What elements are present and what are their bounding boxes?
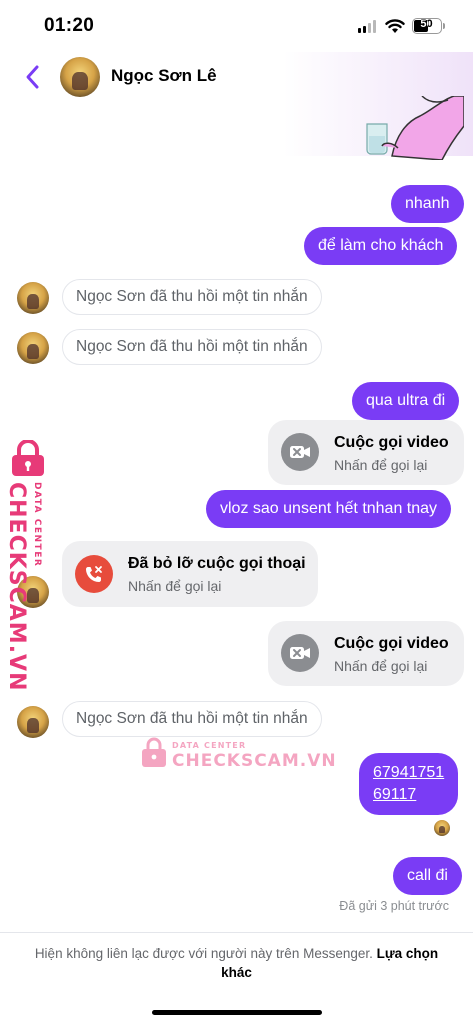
watermark-brand: CHECKSCAM.VN <box>172 751 337 771</box>
wifi-icon <box>385 19 405 33</box>
video-camera-off-icon <box>281 634 319 672</box>
divider <box>0 932 473 933</box>
battery-level: 50 <box>420 18 433 30</box>
phone-number-link[interactable]: 69117 <box>373 784 444 806</box>
outgoing-message[interactable]: 67941751 69117 <box>359 753 459 815</box>
home-indicator[interactable] <box>152 1010 322 1015</box>
read-receipt-avatar <box>434 820 450 836</box>
watermark-subtitle: DATA CENTER <box>32 482 42 568</box>
call-subtitle: Nhấn để gọi lại <box>128 578 222 594</box>
outgoing-message[interactable]: để làm cho khách <box>304 227 458 265</box>
back-arrow-icon[interactable] <box>22 64 44 90</box>
call-title: Cuộc gọi video <box>334 635 449 652</box>
contact-name[interactable]: Ngọc Sơn Lê <box>111 66 217 86</box>
cat-sticker[interactable] <box>362 96 464 160</box>
unsent-message-notice: Ngọc Sơn đã thu hồi một tin nhắn <box>62 279 322 315</box>
video-call-card[interactable]: Cuộc gọi video Nhấn để gọi lại <box>268 420 464 485</box>
outgoing-message[interactable]: vloz sao unsent hết tnhan tnay <box>206 490 452 528</box>
cellular-signal-icon <box>358 20 376 33</box>
missed-call-card[interactable]: Đã bỏ lỡ cuộc gọi thoại Nhấn để gọi lại <box>62 541 318 607</box>
watermark-brand: CHECKSCAM.VN <box>4 482 29 692</box>
notice-text: Hiện không liên lạc được với người này t… <box>34 946 373 961</box>
outgoing-message[interactable]: qua ultra đi <box>352 382 460 420</box>
status-bar: 01:20 50 <box>0 0 473 52</box>
lock-icon <box>12 440 44 476</box>
watermark-center: DATA CENTER CHECKSCAM.VN <box>140 734 336 774</box>
call-subtitle: Nhấn để gọi lại <box>334 457 428 473</box>
contact-avatar[interactable] <box>60 57 100 97</box>
status-time: 01:20 <box>44 15 95 36</box>
unavailable-notice: Hiện không liên lạc được với người này t… <box>20 944 453 982</box>
video-call-card[interactable]: Cuộc gọi video Nhấn để gọi lại <box>268 621 464 686</box>
watermark-subtitle: DATA CENTER <box>172 741 247 750</box>
sender-avatar[interactable] <box>17 282 49 314</box>
call-title: Cuộc gọi video <box>334 434 449 451</box>
sender-avatar[interactable] <box>17 332 49 364</box>
outgoing-message[interactable]: nhanh <box>391 185 464 223</box>
watermark-vertical: CHECKSCAM.VN DATA CENTER <box>4 440 50 691</box>
sender-avatar[interactable] <box>17 706 49 738</box>
lock-icon <box>142 737 166 767</box>
call-title: Đã bỏ lỡ cuộc gọi thoại <box>128 555 306 572</box>
unsent-message-notice: Ngọc Sơn đã thu hồi một tin nhắn <box>62 329 322 365</box>
sent-status: Đã gửi 3 phút trước <box>339 899 449 913</box>
battery-icon: 50 <box>412 18 442 34</box>
video-camera-off-icon <box>281 433 319 471</box>
unsent-message-notice: Ngọc Sơn đã thu hồi một tin nhắn <box>62 701 322 737</box>
call-subtitle: Nhấn để gọi lại <box>334 658 428 674</box>
missed-call-icon <box>75 555 113 593</box>
phone-number-link[interactable]: 67941751 <box>373 762 444 784</box>
outgoing-message[interactable]: call đi <box>393 857 462 895</box>
